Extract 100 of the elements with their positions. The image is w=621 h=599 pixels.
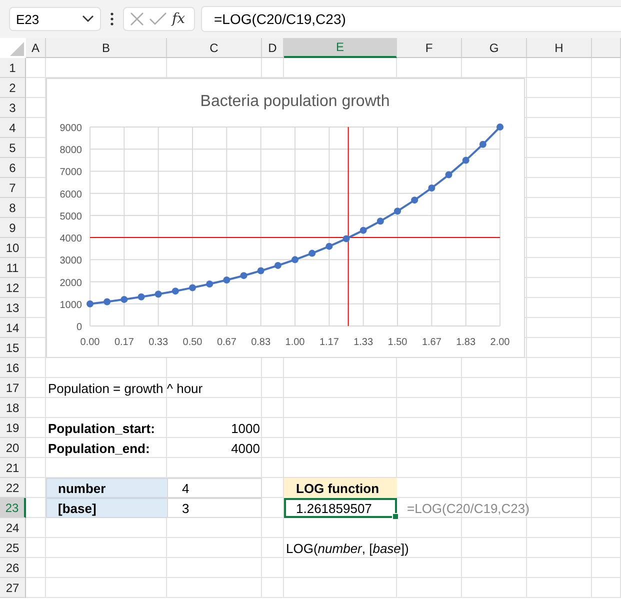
data-point: [394, 208, 401, 215]
x-tick-label: 0.17: [114, 337, 134, 348]
column-header[interactable]: G: [462, 38, 527, 58]
data-point: [257, 267, 264, 274]
insert-function-button[interactable]: fx: [172, 11, 186, 27]
column-header[interactable]: [592, 38, 621, 58]
x-tick-label: 0.67: [216, 337, 236, 348]
data-point: [138, 293, 145, 300]
column-header[interactable]: A: [26, 38, 46, 58]
x-tick-label: 0.83: [251, 337, 271, 348]
row-header[interactable]: 22: [0, 478, 26, 498]
x-tick-label: 2.00: [490, 337, 510, 348]
data-point: [86, 300, 94, 308]
row-header[interactable]: 20: [0, 438, 26, 458]
data-point: [308, 250, 316, 257]
data-point: [172, 288, 179, 295]
result-cell[interactable]: 1.261859507: [284, 498, 397, 518]
x-tick-label: 1.17: [319, 337, 339, 348]
data-point: [342, 235, 350, 242]
data-point: [411, 196, 418, 204]
population-value: 1000: [230, 420, 261, 438]
column-header[interactable]: F: [397, 38, 462, 58]
row-header[interactable]: 4: [0, 118, 26, 138]
row-header[interactable]: 10: [0, 238, 26, 258]
column-header[interactable]: H: [527, 38, 592, 58]
argument-name: [base]: [46, 498, 167, 518]
y-tick-label: 8000: [60, 145, 82, 156]
y-tick-label: 4000: [60, 234, 82, 245]
row-header[interactable]: 17: [0, 378, 26, 398]
row-header[interactable]: 21: [0, 458, 26, 478]
row-header[interactable]: 24: [0, 518, 26, 538]
data-point: [428, 184, 436, 192]
x-tick-label: 1.67: [422, 337, 442, 348]
x-tick-label: 1.00: [285, 337, 305, 348]
row-header[interactable]: 27: [0, 578, 26, 598]
y-tick-label: 0: [76, 322, 82, 333]
data-point: [189, 284, 196, 292]
row-header[interactable]: 2: [0, 78, 26, 98]
data-point: [292, 256, 298, 264]
syntax-text: LOG(number, [base]): [285, 540, 410, 558]
chevron-down-icon: [82, 15, 94, 23]
x-tick-label: 1.33: [354, 337, 374, 348]
x-tick-label: 1.50: [388, 337, 408, 348]
more-options-icon[interactable]: [110, 12, 114, 26]
cancel-icon[interactable]: [130, 12, 144, 26]
formula-input[interactable]: =LOG(C20/C19,C23): [201, 6, 621, 32]
formula-text: =LOG(C20/C19,C23): [406, 500, 530, 518]
data-point: [376, 218, 384, 225]
row-header[interactable]: 12: [0, 278, 26, 298]
column-header[interactable]: D: [262, 38, 284, 58]
population-label: Population_end:: [47, 440, 151, 458]
chart-title: Bacteria population growth: [200, 93, 390, 110]
population-value: 4000: [230, 440, 261, 458]
row-header[interactable]: 25: [0, 538, 26, 558]
data-point: [479, 140, 486, 148]
name-box[interactable]: E23: [9, 7, 101, 31]
x-tick-label: 0.00: [80, 337, 100, 348]
data-point: [326, 242, 333, 250]
x-tick-label: 0.50: [182, 337, 202, 348]
row-header[interactable]: 19: [0, 418, 26, 438]
row-header[interactable]: 15: [0, 338, 26, 358]
check-icon[interactable]: [149, 12, 167, 26]
data-point: [462, 156, 470, 164]
row-header[interactable]: 7: [0, 178, 26, 198]
row-header[interactable]: 18: [0, 398, 26, 418]
formula-note: Population = growth ^ hour: [47, 380, 204, 398]
argument-value: 4: [167, 478, 262, 498]
row-header[interactable]: 14: [0, 318, 26, 338]
y-tick-label: 7000: [60, 167, 82, 178]
y-tick-label: 9000: [60, 123, 82, 134]
data-point: [240, 272, 248, 280]
column-header[interactable]: C: [167, 38, 262, 58]
population-label: Population_start:: [47, 420, 156, 438]
data-point: [206, 280, 214, 288]
y-tick-label: 2000: [60, 278, 82, 289]
column-header[interactable]: B: [46, 38, 167, 58]
argument-value: 3: [167, 498, 262, 518]
log-function-header: LOG function: [284, 478, 397, 498]
row-header[interactable]: 9: [0, 218, 26, 238]
row-header[interactable]: 3: [0, 98, 26, 118]
row-header[interactable]: 5: [0, 138, 26, 158]
argument-name: number: [46, 478, 167, 498]
y-tick-label: 6000: [60, 189, 82, 200]
data-point: [360, 226, 367, 234]
row-header[interactable]: 26: [0, 558, 26, 578]
select-all-icon[interactable]: [10, 42, 24, 56]
row-header[interactable]: 6: [0, 158, 26, 178]
data-point: [274, 262, 282, 269]
row-header[interactable]: 1: [0, 58, 26, 78]
row-header[interactable]: 8: [0, 198, 26, 218]
data-point: [104, 298, 111, 306]
row-header[interactable]: 11: [0, 258, 26, 278]
row-header[interactable]: 13: [0, 298, 26, 318]
y-tick-label: 3000: [60, 256, 82, 267]
data-point: [154, 290, 162, 298]
row-header[interactable]: 16: [0, 358, 26, 378]
y-tick-label: 1000: [60, 300, 82, 311]
data-point: [223, 276, 230, 284]
data-point: [445, 171, 452, 178]
y-tick-label: 5000: [60, 211, 82, 222]
